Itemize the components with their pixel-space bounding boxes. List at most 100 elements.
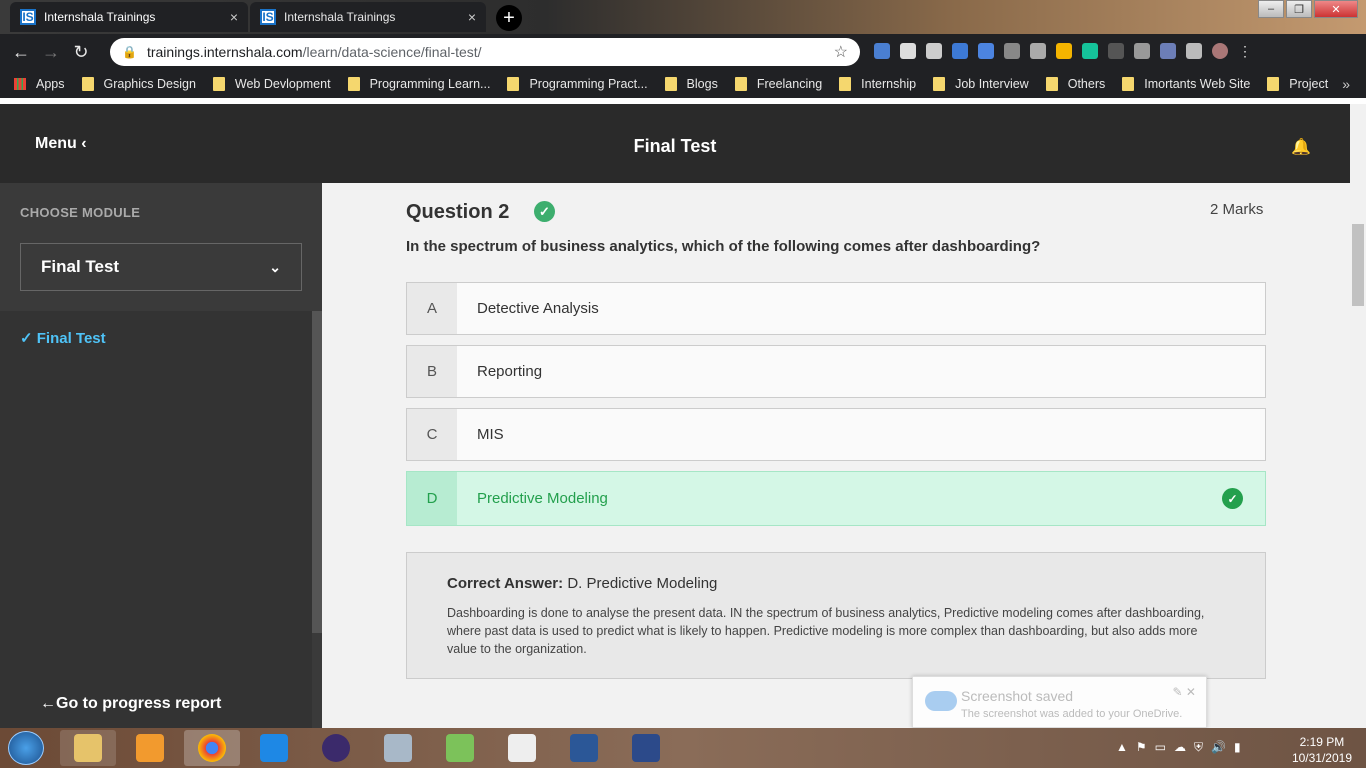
window-extension-icon[interactable] — [1186, 43, 1202, 59]
page-scrollbar[interactable] — [1350, 104, 1366, 728]
calculator-taskbar-icon[interactable] — [370, 730, 426, 766]
chevron-down-icon: ⌄ — [269, 258, 281, 275]
bookmark-folder[interactable]: Others — [1045, 77, 1105, 91]
bookmark-label: Job Interview — [955, 77, 1029, 91]
translate-extension-icon[interactable] — [874, 43, 890, 59]
notification-title: Screenshot saved — [961, 688, 1074, 704]
close-notification-icon[interactable]: ✎ ✕ — [1173, 685, 1196, 699]
drive-extension-icon[interactable] — [1056, 43, 1072, 59]
browser-tab-2[interactable]: IS Internshala Trainings × — [250, 2, 486, 32]
checkmark-icon: ✓ — [20, 330, 33, 347]
word-taskbar-icon[interactable] — [556, 730, 612, 766]
browser-tab-1[interactable]: IS Internshala Trainings × — [10, 2, 248, 32]
close-window-button[interactable]: ✕ — [1314, 0, 1358, 18]
option-d-correct[interactable]: D Predictive Modeling ✓ — [406, 471, 1266, 526]
internshala-favicon-icon: IS — [20, 9, 36, 25]
onedrive-tray-icon[interactable]: ☁ — [1174, 740, 1186, 755]
address-bar[interactable]: 🔒 trainings.internshala.com/learn/data-s… — [110, 38, 860, 66]
option-c[interactable]: C MIS — [406, 408, 1266, 461]
bookmark-apps[interactable]: Apps — [14, 77, 65, 91]
cast-extension-icon[interactable] — [1108, 43, 1124, 59]
window-controls: – ❐ ✕ — [1258, 0, 1358, 18]
clock[interactable]: 2:19 PM 10/31/2019 — [1292, 734, 1352, 766]
bookmark-folder[interactable]: Graphics Design — [81, 77, 196, 91]
php-extension-icon[interactable] — [1160, 43, 1176, 59]
network-display-icon[interactable]: ▭ — [1155, 740, 1166, 755]
bookmark-label: Project — [1289, 77, 1329, 91]
progress-report-link[interactable]: ←Go to progress report — [40, 695, 221, 713]
option-letter: C — [407, 409, 457, 460]
action-center-icon[interactable]: ⚑ — [1136, 740, 1147, 755]
bookmark-label: Programming Pract... — [529, 77, 648, 91]
bookmark-folder[interactable]: Programming Pract... — [507, 77, 648, 91]
bookmark-folder[interactable]: Blogs — [664, 77, 718, 91]
close-tab-icon[interactable]: × — [230, 9, 238, 25]
reload-icon[interactable]: ↻ — [66, 42, 96, 63]
bookmark-folder[interactable]: Web Devlopment — [212, 77, 331, 91]
eclipse-taskbar-icon[interactable] — [308, 730, 364, 766]
mail-extension-icon[interactable] — [900, 43, 916, 59]
notification-message: The screenshot was added to your OneDriv… — [961, 708, 1183, 720]
bookmark-folder[interactable]: Programming Learn... — [347, 77, 490, 91]
keep-extension-icon[interactable] — [1030, 43, 1046, 59]
tab-title: Internshala Trainings — [284, 10, 396, 24]
bookmark-label: Blogs — [686, 77, 718, 91]
bookmark-folder[interactable]: Project — [1267, 77, 1328, 91]
volume-icon[interactable]: 🔊 — [1211, 740, 1226, 755]
vscode-taskbar-icon[interactable] — [246, 730, 302, 766]
bookmark-star-icon[interactable]: ☆ — [834, 42, 848, 62]
back-arrow-icon[interactable]: ← — [6, 42, 36, 63]
bookmark-folder[interactable]: Job Interview — [933, 77, 1029, 91]
windows-taskbar: ▲ ⚑ ▭ ☁ ⛨ 🔊 ▮ 2:19 PM 10/31/2019 — [0, 728, 1366, 768]
correct-answer-line: Correct Answer: D. Predictive Modeling — [447, 575, 1225, 592]
restore-button[interactable]: ❐ — [1286, 0, 1312, 18]
maps-extension-icon[interactable] — [1004, 43, 1020, 59]
devcpp-taskbar-icon[interactable] — [618, 730, 674, 766]
chrome-taskbar-icon[interactable] — [184, 730, 240, 766]
clock-time: 2:19 PM — [1299, 735, 1345, 749]
tray-expand-icon[interactable]: ▲ — [1116, 740, 1128, 755]
notepad-taskbar-icon[interactable] — [432, 730, 488, 766]
extension-icon[interactable] — [952, 43, 968, 59]
sidebar-scrollbar[interactable] — [312, 311, 322, 633]
sidebar-item-label: Final Test — [36, 330, 106, 347]
file-explorer-taskbar-icon[interactable] — [60, 730, 116, 766]
bookmarks-overflow-icon[interactable]: » — [1342, 76, 1350, 92]
explanation-text: Dashboarding is done to analyse the pres… — [447, 606, 1205, 656]
minimize-button[interactable]: – — [1258, 0, 1284, 18]
forward-arrow-icon[interactable]: → — [36, 42, 66, 63]
bookmark-folder[interactable]: Imortants Web Site — [1122, 77, 1250, 91]
close-tab-icon[interactable]: × — [468, 9, 476, 25]
security-tray-icon[interactable]: ⛨ — [1194, 740, 1203, 755]
profile-avatar[interactable] — [1212, 43, 1228, 59]
bell-icon[interactable]: 🔔 — [1291, 137, 1311, 157]
module-list: ✓ Final Test — [0, 311, 312, 728]
bookmark-folder[interactable]: Freelancing — [734, 77, 822, 91]
drawing-app-taskbar-icon[interactable] — [494, 730, 550, 766]
module-dropdown[interactable]: Final Test ⌄ — [20, 243, 302, 291]
bookmark-label: Web Devlopment — [234, 77, 331, 91]
browser-toolbar: ← → ↻ 🔒 trainings.internshala.com/learn/… — [0, 34, 1366, 70]
chrome-menu-icon[interactable]: ⋮ — [1238, 43, 1254, 59]
option-b[interactable]: B Reporting — [406, 345, 1266, 398]
bookmark-folder[interactable]: Internship — [839, 77, 916, 91]
option-letter: D — [407, 472, 457, 525]
sidebar-item-final-test[interactable]: ✓ Final Test — [20, 329, 106, 347]
signal-icon[interactable]: ▮ — [1234, 740, 1241, 755]
onedrive-notification[interactable]: Screenshot saved The screenshot was adde… — [912, 676, 1207, 728]
grammar-extension-icon[interactable] — [1082, 43, 1098, 59]
screenshot-extension-icon[interactable] — [1134, 43, 1150, 59]
scrollbar-thumb[interactable] — [1352, 224, 1364, 306]
new-tab-button[interactable]: + — [496, 5, 522, 31]
camera-extension-icon[interactable] — [978, 43, 994, 59]
gmail-extension-icon[interactable] — [926, 43, 942, 59]
question-marks: 2 Marks — [1210, 201, 1264, 218]
folder-icon — [212, 77, 225, 91]
windows-start-button[interactable] — [8, 731, 44, 765]
media-player-taskbar-icon[interactable] — [122, 730, 178, 766]
question-text: In the spectrum of business analytics, w… — [406, 238, 1041, 255]
option-a[interactable]: A Detective Analysis — [406, 282, 1266, 335]
url-host: trainings.internshala.com — [146, 44, 303, 60]
folder-icon — [664, 77, 677, 91]
folder-icon — [507, 77, 520, 91]
